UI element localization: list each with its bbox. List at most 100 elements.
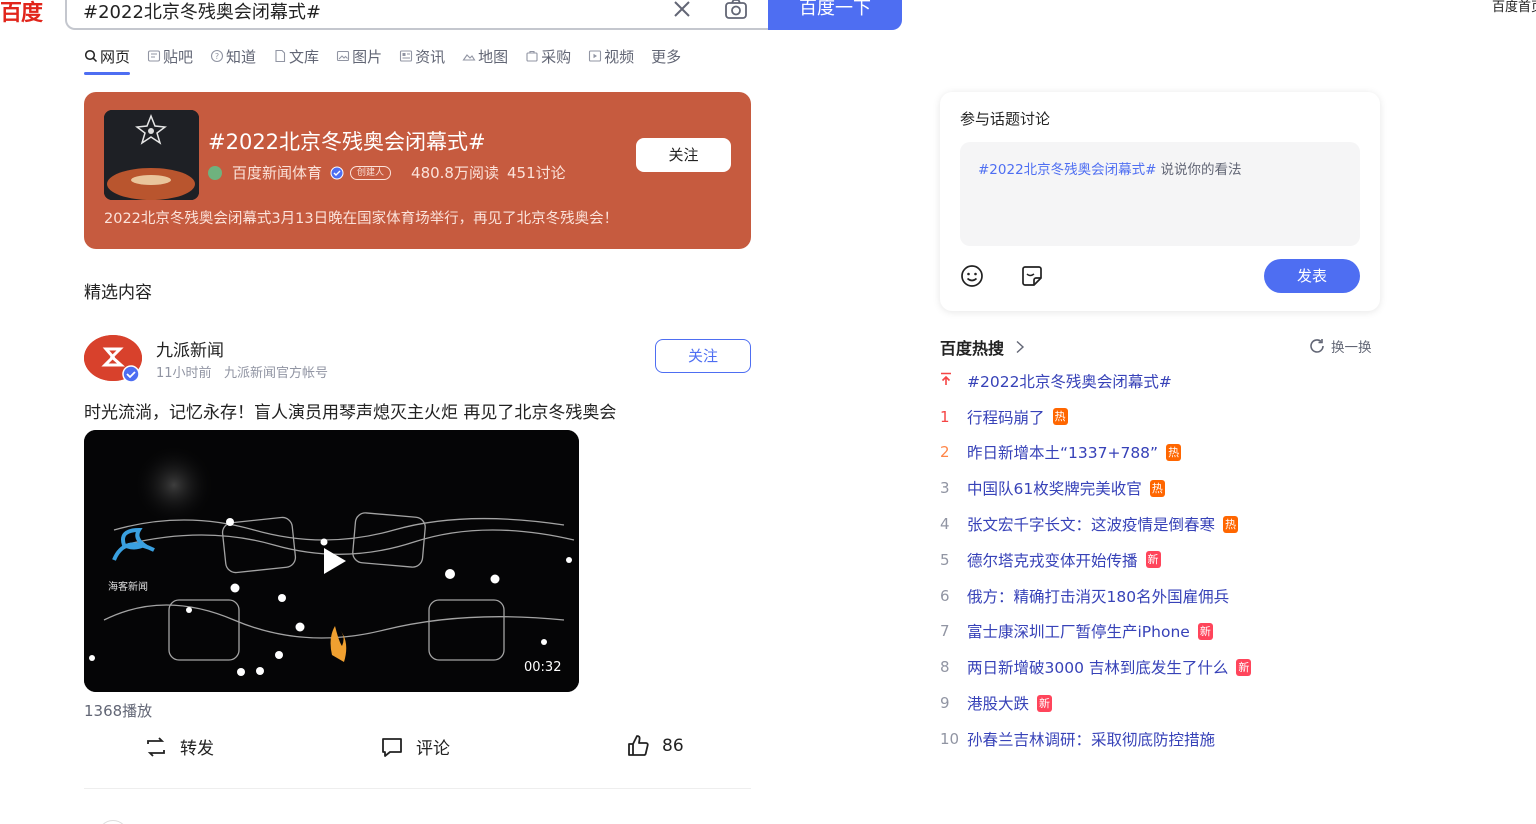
tab-tieba[interactable]: 贴吧 xyxy=(147,44,193,68)
clear-icon[interactable] xyxy=(671,0,693,20)
hot-item-title: 富士康深圳工厂暂停生产iPhone xyxy=(967,623,1190,642)
hot-item[interactable]: 8 两日新增破3000 吉林到底发生了什么 新 xyxy=(940,649,1380,685)
tab-label: 地图 xyxy=(478,47,509,66)
topic-reads: 480.8万阅读 xyxy=(411,164,499,182)
tab-label: 网页 xyxy=(100,47,131,66)
tab-label: 资讯 xyxy=(415,47,446,66)
tab-zhidao[interactable]: ? 知道 xyxy=(210,44,256,68)
comment-label: 评论 xyxy=(416,739,450,759)
publish-button[interactable]: 发表 xyxy=(1264,259,1360,293)
hot-item-title: 行程码崩了 xyxy=(967,408,1045,427)
hot-item[interactable]: 9 港股大跌 新 xyxy=(940,685,1380,721)
hot-item-rank: 1 xyxy=(940,407,950,426)
refresh-button[interactable]: 换一换 xyxy=(1308,336,1372,356)
new-badge: 新 xyxy=(1197,622,1213,640)
tab-label: 贴吧 xyxy=(163,47,194,66)
search-input[interactable] xyxy=(83,0,643,21)
topic-follow-button[interactable]: 关注 xyxy=(636,138,731,172)
hot-item[interactable]: 1 行程码崩了 热 xyxy=(940,399,1380,435)
tab-news[interactable]: 资讯 xyxy=(399,44,445,68)
like-button[interactable]: 86 xyxy=(626,734,684,758)
tab-label: 更多 xyxy=(651,47,682,66)
video-player[interactable]: 海客新闻 00:32 xyxy=(84,430,579,692)
tab-wenku[interactable]: 文库 xyxy=(273,44,319,68)
verified-icon xyxy=(330,166,344,179)
post-account-type: 九派新闻官方帐号 xyxy=(223,366,328,381)
repost-button[interactable]: 转发 xyxy=(144,734,214,759)
new-badge: 新 xyxy=(1236,658,1252,676)
hot-item-rank: 7 xyxy=(940,622,950,641)
search-button[interactable]: 百度一下 xyxy=(768,0,902,30)
hot-item-title: 港股大跌 xyxy=(967,695,1030,714)
tab-purchase[interactable]: 采购 xyxy=(525,44,571,68)
repost-icon xyxy=(147,736,165,757)
repost-label: 转发 xyxy=(180,739,214,759)
discussion-title: 参与话题讨论 xyxy=(960,110,1051,128)
hot-item[interactable]: 5 德尔塔克戎变体开始传播 新 xyxy=(940,542,1380,578)
topic-source[interactable]: 百度新闻体育 xyxy=(232,162,322,183)
image-icon xyxy=(337,50,350,62)
hot-item-title: 孙春兰吉林调研：采取彻底防控措施 xyxy=(967,730,1216,749)
hot-item[interactable]: 2 昨日新增本土“1337+788” 热 xyxy=(940,435,1380,471)
question-icon: ? xyxy=(210,49,224,63)
hot-item-title: 中国队61枚奖牌完美收官 xyxy=(967,480,1142,499)
baidu-logo[interactable]: 百度 xyxy=(0,0,43,28)
search-tabs: 网页 贴吧 ? 知道 文库 图片 资讯 地图 采购 视频 更多 xyxy=(84,44,698,75)
camera-icon[interactable] xyxy=(723,0,749,22)
hot-badge: 热 xyxy=(1149,479,1165,497)
play-icon[interactable] xyxy=(320,546,348,576)
new-badge: 新 xyxy=(1145,551,1161,569)
video-watermark: 海客新闻 xyxy=(108,580,148,593)
discussion-textarea[interactable]: #2022北京冬残奥会闭幕式# 说说你的看法 xyxy=(960,142,1360,246)
hot-item[interactable]: 6 俄方：精确打击消灭180名外国雇佣兵 xyxy=(940,578,1380,614)
hot-item[interactable]: 10 孙春兰吉林调研：采取彻底防控措施 xyxy=(940,721,1380,757)
next-post-avatar[interactable] xyxy=(98,820,128,824)
search-icon xyxy=(84,49,98,63)
hot-item[interactable]: 4 张文宏千字长文：这波疫情是倒春寒 热 xyxy=(940,506,1380,542)
hot-search-heading[interactable]: 百度热搜 xyxy=(940,335,1026,359)
topic-title[interactable]: #2022北京冬残奥会闭幕式# xyxy=(208,126,486,156)
tieba-icon xyxy=(147,50,161,62)
hot-item-pinned[interactable]: #2022北京冬残奥会闭幕式# xyxy=(940,363,1380,399)
tab-map[interactable]: 地图 xyxy=(462,44,508,68)
news-icon xyxy=(400,50,413,62)
hot-item[interactable]: 7 富士康深圳工厂暂停生产iPhone 新 xyxy=(940,614,1380,650)
hot-badge: 热 xyxy=(1052,408,1068,426)
tab-images[interactable]: 图片 xyxy=(336,44,382,68)
tab-webpage[interactable]: 网页 xyxy=(84,44,131,75)
featured-content-heading: 精选内容 xyxy=(84,283,152,303)
like-count: 86 xyxy=(662,736,684,756)
hot-item-rank: 10 xyxy=(940,729,960,748)
source-logo-icon xyxy=(208,165,222,180)
doc-icon xyxy=(275,49,286,63)
hot-item-rank: 6 xyxy=(940,586,950,605)
post-author[interactable]: 九派新闻 xyxy=(156,336,224,361)
tab-more[interactable]: 更多 xyxy=(651,44,681,68)
topic-description: 2022北京冬残奥会闭幕式3月13日晚在国家体育场举行，再见了北京冬残奥会！ xyxy=(104,211,619,227)
play-count: 1368播放 xyxy=(84,702,153,720)
verified-icon xyxy=(122,365,140,383)
post-text[interactable]: 时光流淌，记忆永存！盲人演员用琴声熄灭主火炬 再见了北京冬残奥会 xyxy=(84,398,616,423)
thumbs-up-icon xyxy=(628,735,649,756)
sticker-icon[interactable] xyxy=(1020,264,1044,288)
topic-thumbnail[interactable] xyxy=(104,110,199,200)
tab-label: 视频 xyxy=(604,47,635,66)
refresh-label: 换一换 xyxy=(1331,340,1372,356)
chevron-right-icon xyxy=(1016,340,1025,354)
author-follow-button[interactable]: 关注 xyxy=(655,339,751,373)
hot-item-rank: 3 xyxy=(940,479,950,498)
tab-video[interactable]: 视频 xyxy=(588,44,634,68)
tab-label: 知道 xyxy=(226,47,257,66)
top-right-home-link[interactable]: 百度首页 xyxy=(1492,0,1536,16)
cart-icon xyxy=(526,50,538,62)
tab-label: 采购 xyxy=(541,47,572,66)
comment-button[interactable]: 评论 xyxy=(380,734,450,759)
video-icon xyxy=(589,50,602,62)
tab-label: 图片 xyxy=(352,47,383,66)
emoji-icon[interactable] xyxy=(960,264,984,288)
tab-label: 文库 xyxy=(289,47,320,66)
hot-item[interactable]: 3 中国队61枚奖牌完美收官 热 xyxy=(940,470,1380,506)
hot-item-title: #2022北京冬残奥会闭幕式# xyxy=(967,372,1172,391)
creator-tag: 创建人 xyxy=(350,165,392,180)
discussion-panel: 参与话题讨论 #2022北京冬残奥会闭幕式# 说说你的看法 发表 xyxy=(940,92,1380,311)
